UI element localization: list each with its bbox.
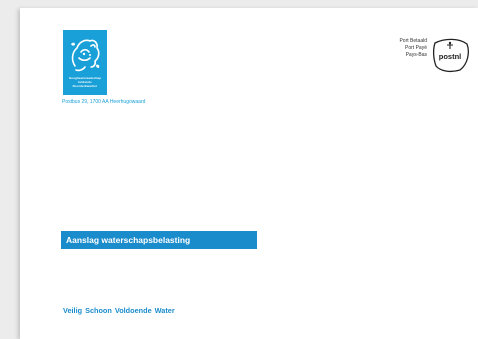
return-address: Postbus 29, 1700 AA Heerhugowaard	[62, 99, 146, 105]
assessment-banner: Aanslag waterschapsbelasting	[61, 231, 257, 249]
postage-line-1: Port Betaald	[399, 38, 427, 44]
logo-text-line-3: Noorderkwartier	[72, 84, 98, 88]
hhnk-logo: Hoogheemraadschap Hollands Noorderkwarti…	[63, 30, 107, 95]
postnl-wordmark: postnl	[438, 52, 462, 61]
postage-line-2: Port Payé	[405, 45, 427, 51]
slogan-text: Veilig Schoon Voldoende Water	[63, 306, 175, 315]
envelope: Hoogheemraadschap Hollands Noorderkwarti…	[20, 8, 478, 339]
postage-line-3: Pays-Bas	[405, 52, 427, 58]
postage-paid-text: Port Betaald Port Payé Pays-Bas	[399, 38, 427, 59]
